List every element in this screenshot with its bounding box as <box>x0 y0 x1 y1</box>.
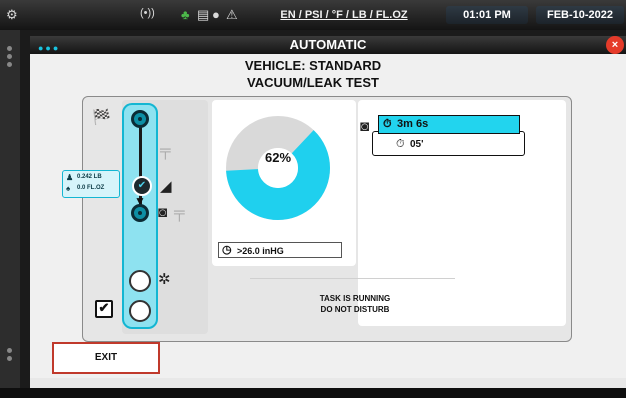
manometer-icon: ◙ <box>360 118 370 135</box>
test-title: VACUUM/LEAK TEST <box>247 75 379 90</box>
step-final-indicator <box>129 300 151 322</box>
scale-icon: ♟ <box>66 173 74 182</box>
task-status-line1: TASK IS RUNNING <box>319 294 391 303</box>
oil-icon: ♠ <box>66 184 71 193</box>
step-current-indicator <box>131 204 149 222</box>
badge-volume: 0.0 FL.OZ <box>77 185 105 191</box>
task-status-message: TASK IS RUNNING DO NOT DISTURB <box>290 293 420 315</box>
fan-icon: ✲ <box>158 271 171 288</box>
gauge-status-icon: ● <box>212 7 220 22</box>
divider <box>250 278 455 279</box>
date-display: FEB-10-2022 <box>536 6 624 24</box>
step-start-indicator <box>131 110 149 128</box>
vehicle-icon: ⚠ <box>226 7 238 22</box>
document-icon: ▤ <box>197 7 210 22</box>
wireless-icon: (•)) <box>140 7 155 19</box>
quantity-badge: 0.242 LB 0.0 FL.OZ ♟ ♠ <box>62 170 120 198</box>
clock: 01:01 PM <box>446 6 528 24</box>
gauge-icon: ◙ <box>158 204 168 221</box>
vehicle-title: VEHICLE: STANDARD <box>244 58 382 73</box>
units-selector[interactable]: EN / PSI / °F / LB / FL.OZ <box>253 6 435 24</box>
user-status-icon: ♣ <box>181 7 190 22</box>
checkered-flag-icon: 🏁 <box>92 109 111 126</box>
badge-weight: 0.242 LB <box>77 174 102 180</box>
completion-checkbox: ✔ <box>95 300 113 318</box>
timer-main: ⏱ 3m 6s <box>378 115 520 134</box>
progress-donut <box>226 116 330 220</box>
timer-main-value: 3m 6s <box>397 118 429 130</box>
timer-sub-value: 05' <box>410 139 424 150</box>
close-button[interactable]: × <box>606 36 624 54</box>
charge-icon: ╤ <box>174 204 185 221</box>
menu-dots-icon[interactable]: ●●● <box>38 43 60 53</box>
footer-bar <box>30 378 626 388</box>
settings-gear-icon[interactable]: ⚙ <box>6 7 18 23</box>
rail-dot <box>7 46 12 51</box>
rail-dot <box>7 356 12 361</box>
step-complete-check-icon: ✔ <box>132 176 152 196</box>
bottom-strip <box>0 388 626 398</box>
task-status-line2: DO NOT DISTURB <box>320 305 390 314</box>
vacuum-pump-icon: ◢ <box>160 178 172 195</box>
recover-icon: ╤ <box>160 142 171 159</box>
stopwatch-small-icon: ⏱ <box>396 138 405 150</box>
rail-dot <box>7 348 12 353</box>
window-title: AUTOMATIC <box>30 36 626 54</box>
exit-button[interactable]: EXIT <box>52 342 160 374</box>
pressure-gauge-icon: ◷ <box>222 244 232 256</box>
pressure-value: >26.0 inHG <box>237 246 284 256</box>
progress-percent: 62% <box>264 150 292 165</box>
timer-frame <box>372 131 525 156</box>
step-pending-indicator <box>129 270 151 292</box>
pressure-readout: ◷ >26.0 inHG <box>218 242 342 258</box>
stopwatch-icon: ⏱ <box>383 118 392 130</box>
